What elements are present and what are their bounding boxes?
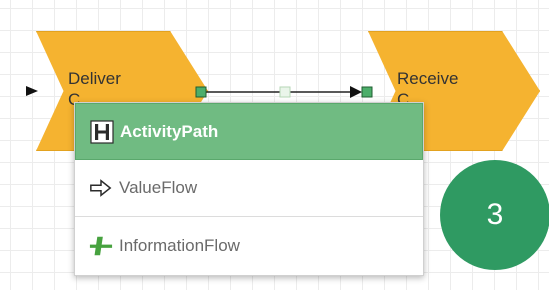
diagram-canvas[interactable]: Deliver C Receive C ActivityPath ValueFl…	[0, 0, 549, 290]
menu-item-value-flow[interactable]: ValueFlow	[75, 160, 423, 217]
value-flow-icon	[89, 176, 113, 200]
connector-type-menu: ActivityPath ValueFlow InformationFlow	[74, 102, 424, 276]
connector-mid-handle[interactable]	[279, 86, 291, 98]
information-flow-icon	[89, 234, 113, 258]
connector-end-handle[interactable]	[361, 86, 373, 98]
menu-item-activity-path[interactable]: ActivityPath	[75, 103, 423, 160]
incoming-arrowhead-icon	[26, 86, 38, 96]
activity-path-icon	[90, 119, 114, 144]
menu-item-label: ValueFlow	[119, 178, 198, 197]
menu-item-label: ActivityPath	[120, 121, 219, 141]
menu-item-information-flow[interactable]: InformationFlow	[75, 217, 423, 274]
menu-item-label: InformationFlow	[119, 235, 240, 255]
connector-arrowhead-icon	[350, 86, 362, 98]
step-number-badge: 3	[440, 160, 549, 270]
connector-start-handle[interactable]	[195, 86, 207, 98]
step-number: 3	[486, 198, 504, 231]
